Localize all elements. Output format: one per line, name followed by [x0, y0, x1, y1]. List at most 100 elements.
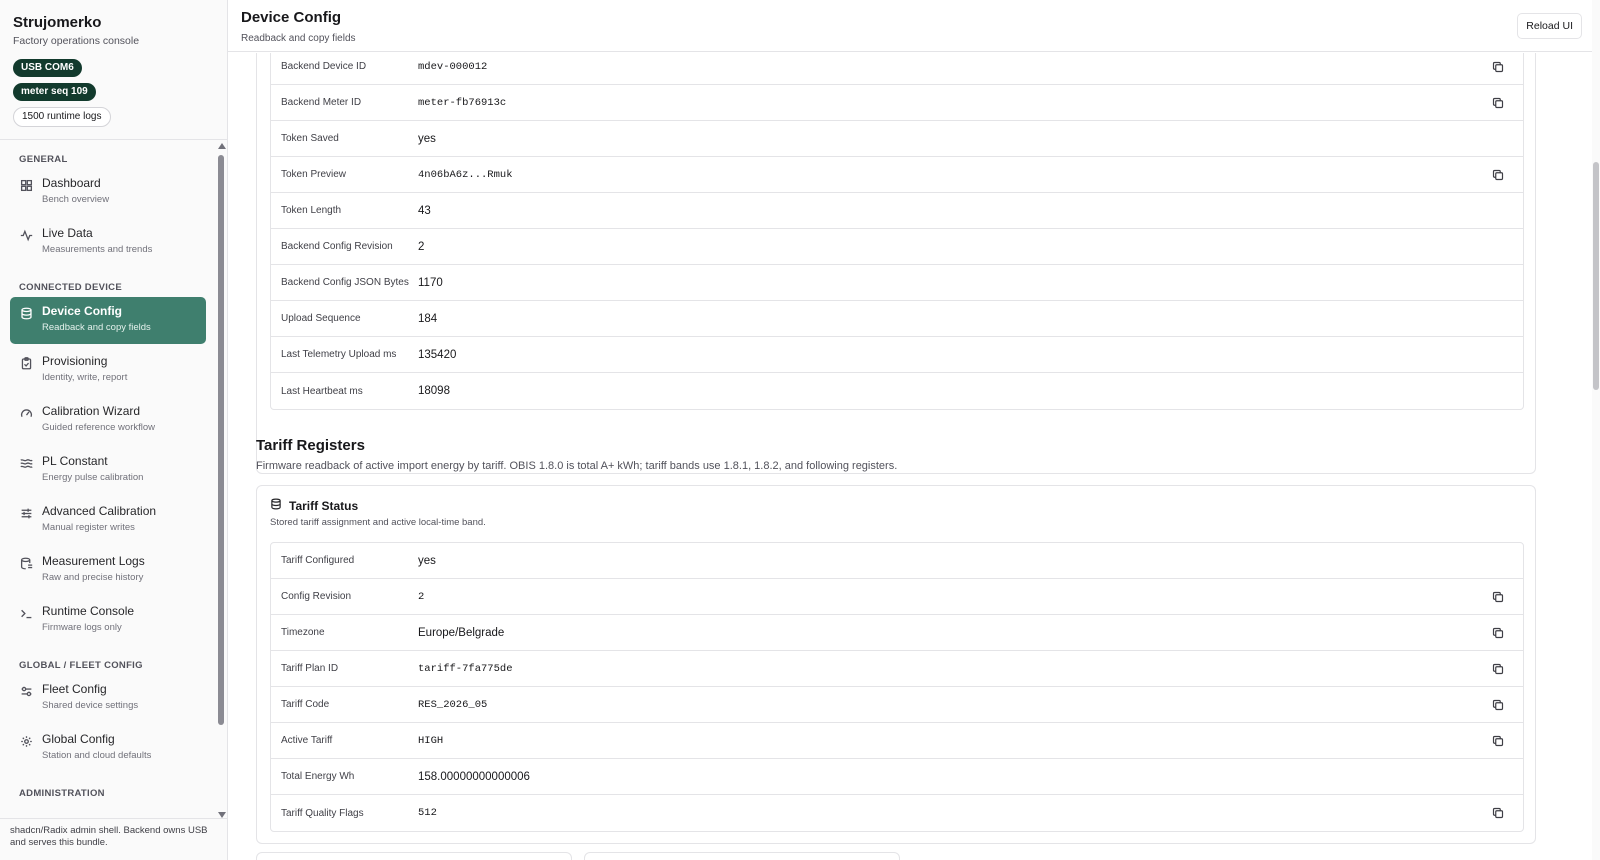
- clipboard-icon: [19, 356, 33, 370]
- field-key: Tariff Configured: [281, 555, 355, 566]
- field-key: Tariff Quality Flags: [281, 807, 364, 819]
- table-row: Tariff Plan ID tariff-7fa775de: [271, 651, 1523, 687]
- nav-section-general: GENERAL: [19, 154, 68, 165]
- sidebar-item-label: Advanced Calibration: [42, 504, 157, 518]
- card-description: Stored tariff assignment and active loca…: [270, 517, 486, 528]
- table-row: Last Heartbeat ms 18098: [271, 373, 1523, 409]
- sidebar-scrollbar[interactable]: [217, 143, 226, 818]
- field-value: 4n06bA6z...Rmuk: [418, 168, 513, 181]
- sidebar-scroll-thumb[interactable]: [218, 155, 224, 725]
- field-value: 135420: [418, 348, 457, 361]
- reload-ui-button[interactable]: Reload UI: [1517, 13, 1582, 39]
- page-scroll-thumb[interactable]: [1593, 162, 1599, 390]
- field-value: yes: [418, 132, 436, 145]
- nav-section-administration: ADMINISTRATION: [19, 788, 105, 799]
- sidebar-item-label: Live Data: [42, 226, 93, 240]
- sidebar-item-label: Dashboard: [42, 176, 101, 190]
- table-row: Token Length 43: [271, 193, 1523, 229]
- sidebar-item-runtime-console[interactable]: Runtime Console Firmware logs only: [10, 597, 206, 644]
- table-row: Total Energy Wh 158.00000000000006: [271, 759, 1523, 795]
- field-value: mdev-000012: [418, 60, 488, 73]
- page-title: Device Config: [241, 9, 342, 26]
- card-title: Tariff Status: [289, 498, 359, 513]
- sidebar-item-desc: Energy pulse calibration: [42, 472, 144, 483]
- field-value: 512: [418, 807, 437, 819]
- sidebar-item-desc: Readback and copy fields: [42, 322, 151, 333]
- nav-section-connected-device: CONNECTED DEVICE: [19, 282, 122, 293]
- field-key: Last Telemetry Upload ms: [281, 349, 397, 360]
- table-row: Backend Config JSON Bytes 1170: [271, 265, 1523, 301]
- field-value: 184: [418, 312, 438, 325]
- table-row: Active Tariff HIGH: [271, 723, 1523, 759]
- tariff-register-card: [584, 852, 900, 860]
- sidebar-item-device-config[interactable]: Device Config Readback and copy fields: [10, 297, 206, 344]
- settings-sliders-icon: [19, 684, 33, 698]
- waves-icon: [19, 456, 33, 470]
- field-key: Backend Device ID: [281, 61, 367, 72]
- sidebar-nav: GENERAL Dashboard Bench overview Live Dat…: [0, 141, 216, 817]
- copy-icon[interactable]: [1491, 806, 1505, 820]
- table-row: Token Saved yes: [271, 121, 1523, 157]
- page-scrollbar[interactable]: [1592, 0, 1600, 860]
- field-value: RES_2026_05: [418, 698, 488, 711]
- field-value: 158.00000000000006: [418, 770, 530, 783]
- sidebar-item-live-data[interactable]: Live Data Measurements and trends: [10, 219, 206, 266]
- sidebar-item-advanced-calibration[interactable]: Advanced Calibration Manual register writ…: [10, 497, 206, 544]
- field-value: 2: [418, 590, 425, 603]
- page-header: Device Config Readback and copy fields R…: [228, 0, 1592, 52]
- field-value: 43: [418, 204, 431, 217]
- sidebar: Strujomerko Factory operations console U…: [0, 0, 228, 860]
- table-row: Backend Meter ID meter-fb76913c: [271, 85, 1523, 121]
- field-key: Total Energy Wh: [281, 771, 355, 782]
- copy-icon[interactable]: [1491, 734, 1505, 748]
- sidebar-item-dashboard[interactable]: Dashboard Bench overview: [10, 169, 206, 216]
- sidebar-item-desc: Measurements and trends: [42, 244, 153, 255]
- sidebar-item-label: Calibration Wizard: [42, 404, 141, 418]
- field-value: meter-fb76913c: [418, 96, 507, 109]
- main-content: Backend Device ID mdev-000012 Backend Me…: [228, 53, 1592, 860]
- sidebar-item-measurement-logs[interactable]: Measurement Logs Raw and precise history: [10, 547, 206, 594]
- table-row: Backend Device ID mdev-000012: [271, 53, 1523, 85]
- status-badges: USB COM6 meter seq 109 1500 runtime logs: [13, 59, 214, 127]
- card-header: Tariff Status: [270, 498, 358, 513]
- copy-icon[interactable]: [1491, 662, 1505, 676]
- gear-icon: [19, 734, 33, 748]
- logs-icon: [19, 556, 33, 570]
- field-value: yes: [418, 554, 436, 567]
- table-row: Backend Config Revision 2: [271, 229, 1523, 265]
- copy-icon[interactable]: [1491, 590, 1505, 604]
- sidebar-item-desc: Firmware logs only: [42, 622, 122, 633]
- tariff-section-description: Firmware readback of active import energ…: [256, 460, 898, 472]
- tariff-status-card: Tariff Status Stored tariff assignment a…: [256, 485, 1536, 844]
- copy-icon[interactable]: [1491, 168, 1505, 182]
- usb-port-badge: USB COM6: [13, 59, 82, 77]
- table-row: Timezone Europe/Belgrade: [271, 615, 1523, 651]
- sidebar-item-label: PL Constant: [42, 454, 108, 468]
- sidebar-item-global-config[interactable]: Global Config Station and cloud defaults: [10, 725, 206, 772]
- sidebar-item-calibration-wizard[interactable]: Calibration Wizard Guided reference workf…: [10, 397, 206, 444]
- table-row: Token Preview 4n06bA6z...Rmuk: [271, 157, 1523, 193]
- database-icon: [19, 306, 33, 320]
- copy-icon[interactable]: [1491, 96, 1505, 110]
- copy-icon[interactable]: [1491, 60, 1505, 74]
- sidebar-item-fleet-config[interactable]: Fleet Config Shared device settings: [10, 675, 206, 722]
- sidebar-item-desc: Guided reference workflow: [42, 422, 155, 433]
- field-key: Backend Config JSON Bytes: [281, 277, 409, 288]
- sidebar-item-provisioning[interactable]: Provisioning Identity, write, report: [10, 347, 206, 394]
- copy-icon[interactable]: [1491, 698, 1505, 712]
- field-key: Backend Config Revision: [281, 241, 393, 252]
- field-value: 18098: [418, 385, 450, 397]
- copy-icon[interactable]: [1491, 626, 1505, 640]
- activity-icon: [19, 228, 33, 242]
- field-value: tariff-7fa775de: [418, 662, 513, 675]
- table-row: Config Revision 2: [271, 579, 1523, 615]
- sidebar-item-pl-constant[interactable]: PL Constant Energy pulse calibration: [10, 447, 206, 494]
- sidebar-item-desc: Shared device settings: [42, 700, 139, 711]
- field-key: Token Preview: [281, 169, 347, 180]
- scroll-up-arrow-icon[interactable]: [218, 143, 226, 149]
- sidebar-item-desc: Identity, write, report: [42, 372, 128, 383]
- gauge-icon: [19, 406, 33, 420]
- field-key: Backend Meter ID: [281, 97, 362, 108]
- tariff-fields-table: Tariff Configured yes Config Revision 2 …: [270, 542, 1524, 832]
- sidebar-footer: shadcn/Radix admin shell. Backend owns U…: [0, 818, 227, 860]
